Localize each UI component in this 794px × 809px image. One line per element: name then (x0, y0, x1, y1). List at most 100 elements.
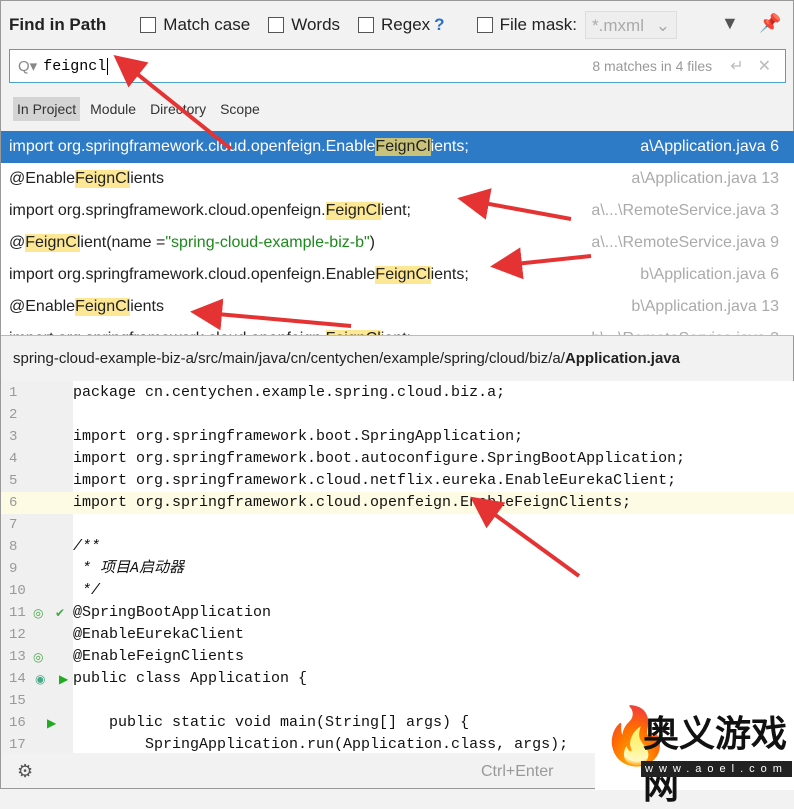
pin-icon[interactable]: 📌 (759, 13, 781, 34)
match-highlight: FeignCl (25, 234, 81, 252)
code-line: 8 /** (1, 536, 794, 558)
file-mask-dropdown[interactable]: *.mxml ⌄ (585, 11, 678, 39)
match-highlight: FeignCl (375, 138, 431, 156)
code-line: 2 (1, 404, 794, 426)
code-line: 1 package cn.centychen.example.spring.clo… (1, 382, 794, 404)
code-text: @EnableFeignClients (73, 648, 245, 665)
line-number: 12 (9, 627, 26, 643)
code-text: public class Application { (73, 670, 308, 687)
code-text: import org.springframework.boot.SpringAp… (73, 428, 524, 445)
result-row[interactable]: import org.springframework.cloud.openfei… (1, 131, 794, 163)
result-row[interactable]: @ FeignCl ient(name = "spring-cloud-exampl… (1, 227, 794, 259)
code-line: 5 import org.springframework.cloud.netfli… (1, 470, 794, 492)
tab-directory[interactable]: Directory (146, 97, 210, 121)
regex-help-link[interactable]: ? (434, 15, 444, 35)
run-icon[interactable]: ▶ (59, 672, 68, 686)
code-line: 7 (1, 514, 794, 536)
match-count: 8 matches in 4 files (592, 58, 713, 74)
result-string: "spring-cloud-example-biz-b" (165, 234, 370, 251)
code-text: * 项目A启动器 (73, 560, 185, 577)
file-mask-checkbox[interactable]: File mask: (476, 15, 577, 35)
run-icon[interactable]: ▶ (47, 716, 56, 730)
result-row[interactable]: import org.springframework.cloud.openfei… (1, 259, 794, 291)
result-text: ient(name = (80, 234, 166, 251)
line-number: 1 (9, 385, 18, 401)
tab-scope[interactable]: Scope (216, 97, 264, 121)
line-number: 2 (9, 407, 18, 423)
line-number: 10 (9, 583, 26, 599)
usages-icon[interactable]: ◎ (33, 650, 43, 664)
code-text: */ (73, 582, 101, 599)
results-list: import org.springframework.cloud.openfei… (1, 131, 794, 335)
line-number: 13 (9, 649, 26, 665)
code-text: @SpringBootApplication (73, 604, 272, 621)
code-line: 3 import org.springframework.boot.SpringA… (1, 426, 794, 448)
spring-bean-icon[interactable]: ✔ (55, 606, 65, 620)
result-text: import org.springframework.cloud.openfei… (9, 202, 326, 219)
result-row[interactable]: import org.springframework.cloud.openfei… (1, 323, 794, 335)
find-header: Find in Path Match case Words Regex? Fil… (1, 1, 794, 49)
line-number: 3 (9, 429, 18, 445)
line-number: 4 (9, 451, 18, 467)
result-text: ients; (430, 138, 469, 155)
result-file: a\...\RemoteService.java 9 (591, 234, 779, 251)
line-number: 8 (9, 539, 18, 555)
gear-icon[interactable]: ⚙ (17, 761, 33, 782)
code-text: import org.springframework.boot.autoconf… (73, 450, 686, 467)
result-file: b\Application.java 6 (640, 266, 779, 283)
code-line: 13 @EnableFeignClients (1, 646, 794, 668)
result-text: ients (130, 170, 164, 187)
code-line: 12 @EnableEurekaClient (1, 624, 794, 646)
line-number: 14 (9, 671, 26, 687)
code-line: 10 */ (1, 580, 794, 602)
code-line: 11 @SpringBootApplication (1, 602, 794, 624)
search-icon[interactable]: Q▾ (18, 57, 37, 75)
tab-module[interactable]: Module (86, 97, 140, 121)
code-text: package cn.centychen.example.spring.clou… (73, 384, 506, 401)
regex-checkbox[interactable]: Regex? (358, 15, 445, 35)
code-text: public static void main(String[] args) { (73, 714, 470, 731)
result-text: import org.springframework.cloud.openfei… (9, 266, 376, 283)
result-file: a\...\RemoteService.java 3 (591, 202, 779, 219)
result-text: ) (369, 234, 375, 251)
result-text: ients; (430, 266, 469, 283)
tab-in-project[interactable]: In Project (13, 97, 81, 121)
match-highlight: FeignCl (75, 298, 131, 316)
line-number: 16 (9, 715, 26, 731)
preview-path: spring-cloud-example-biz-a/src/main/java… (1, 335, 794, 381)
spring-icon[interactable]: ◉ (35, 672, 45, 686)
line-number: 5 (9, 473, 18, 489)
watermark-logo: 🔥 奥义游戏网 www.aoel.com (595, 691, 794, 806)
line-number: 17 (9, 737, 26, 753)
code-text: /** (73, 538, 101, 555)
dialog-title: Find in Path (9, 15, 107, 34)
result-text: import org.springframework.cloud.openfei… (9, 138, 376, 155)
result-text: @Enable (9, 298, 76, 315)
words-checkbox[interactable]: Words (268, 15, 340, 35)
result-text: @Enable (9, 170, 76, 187)
line-number: 15 (9, 693, 26, 709)
usages-icon[interactable]: ◎ (33, 606, 43, 620)
result-file: a\Application.java 6 (640, 138, 779, 155)
code-line: 4 import org.springframework.boot.autocon… (1, 448, 794, 470)
result-row[interactable]: @Enable FeignCl ients b\Application.java 13 (1, 291, 794, 323)
code-text: import org.springframework.cloud.netflix… (73, 472, 677, 489)
open-shortcut-hint: Ctrl+Enter (481, 762, 554, 780)
result-text: ient; (380, 202, 411, 219)
line-number: 6 (9, 495, 18, 511)
search-input[interactable]: Q▾ feigncl 8 matches in 4 files ↵ ✕ (9, 49, 786, 83)
match-highlight: FeignCl (75, 170, 131, 188)
match-highlight: FeignCl (325, 202, 381, 220)
line-number: 11 (9, 605, 26, 621)
filter-icon[interactable]: ▼ (721, 13, 739, 34)
code-line: 14 public class Application { (1, 668, 794, 690)
match-case-checkbox[interactable]: Match case (140, 15, 250, 35)
code-text: @EnableEurekaClient (73, 626, 245, 643)
result-row[interactable]: import org.springframework.cloud.openfei… (1, 195, 794, 227)
result-file: b\Application.java 13 (631, 298, 779, 315)
newline-icon[interactable]: ↵ (730, 56, 743, 76)
clear-icon[interactable]: ✕ (758, 56, 771, 76)
result-text: ients (130, 298, 164, 315)
result-row[interactable]: @Enable FeignCl ients a\Application.java 13 (1, 163, 794, 195)
line-number: 9 (9, 561, 18, 577)
